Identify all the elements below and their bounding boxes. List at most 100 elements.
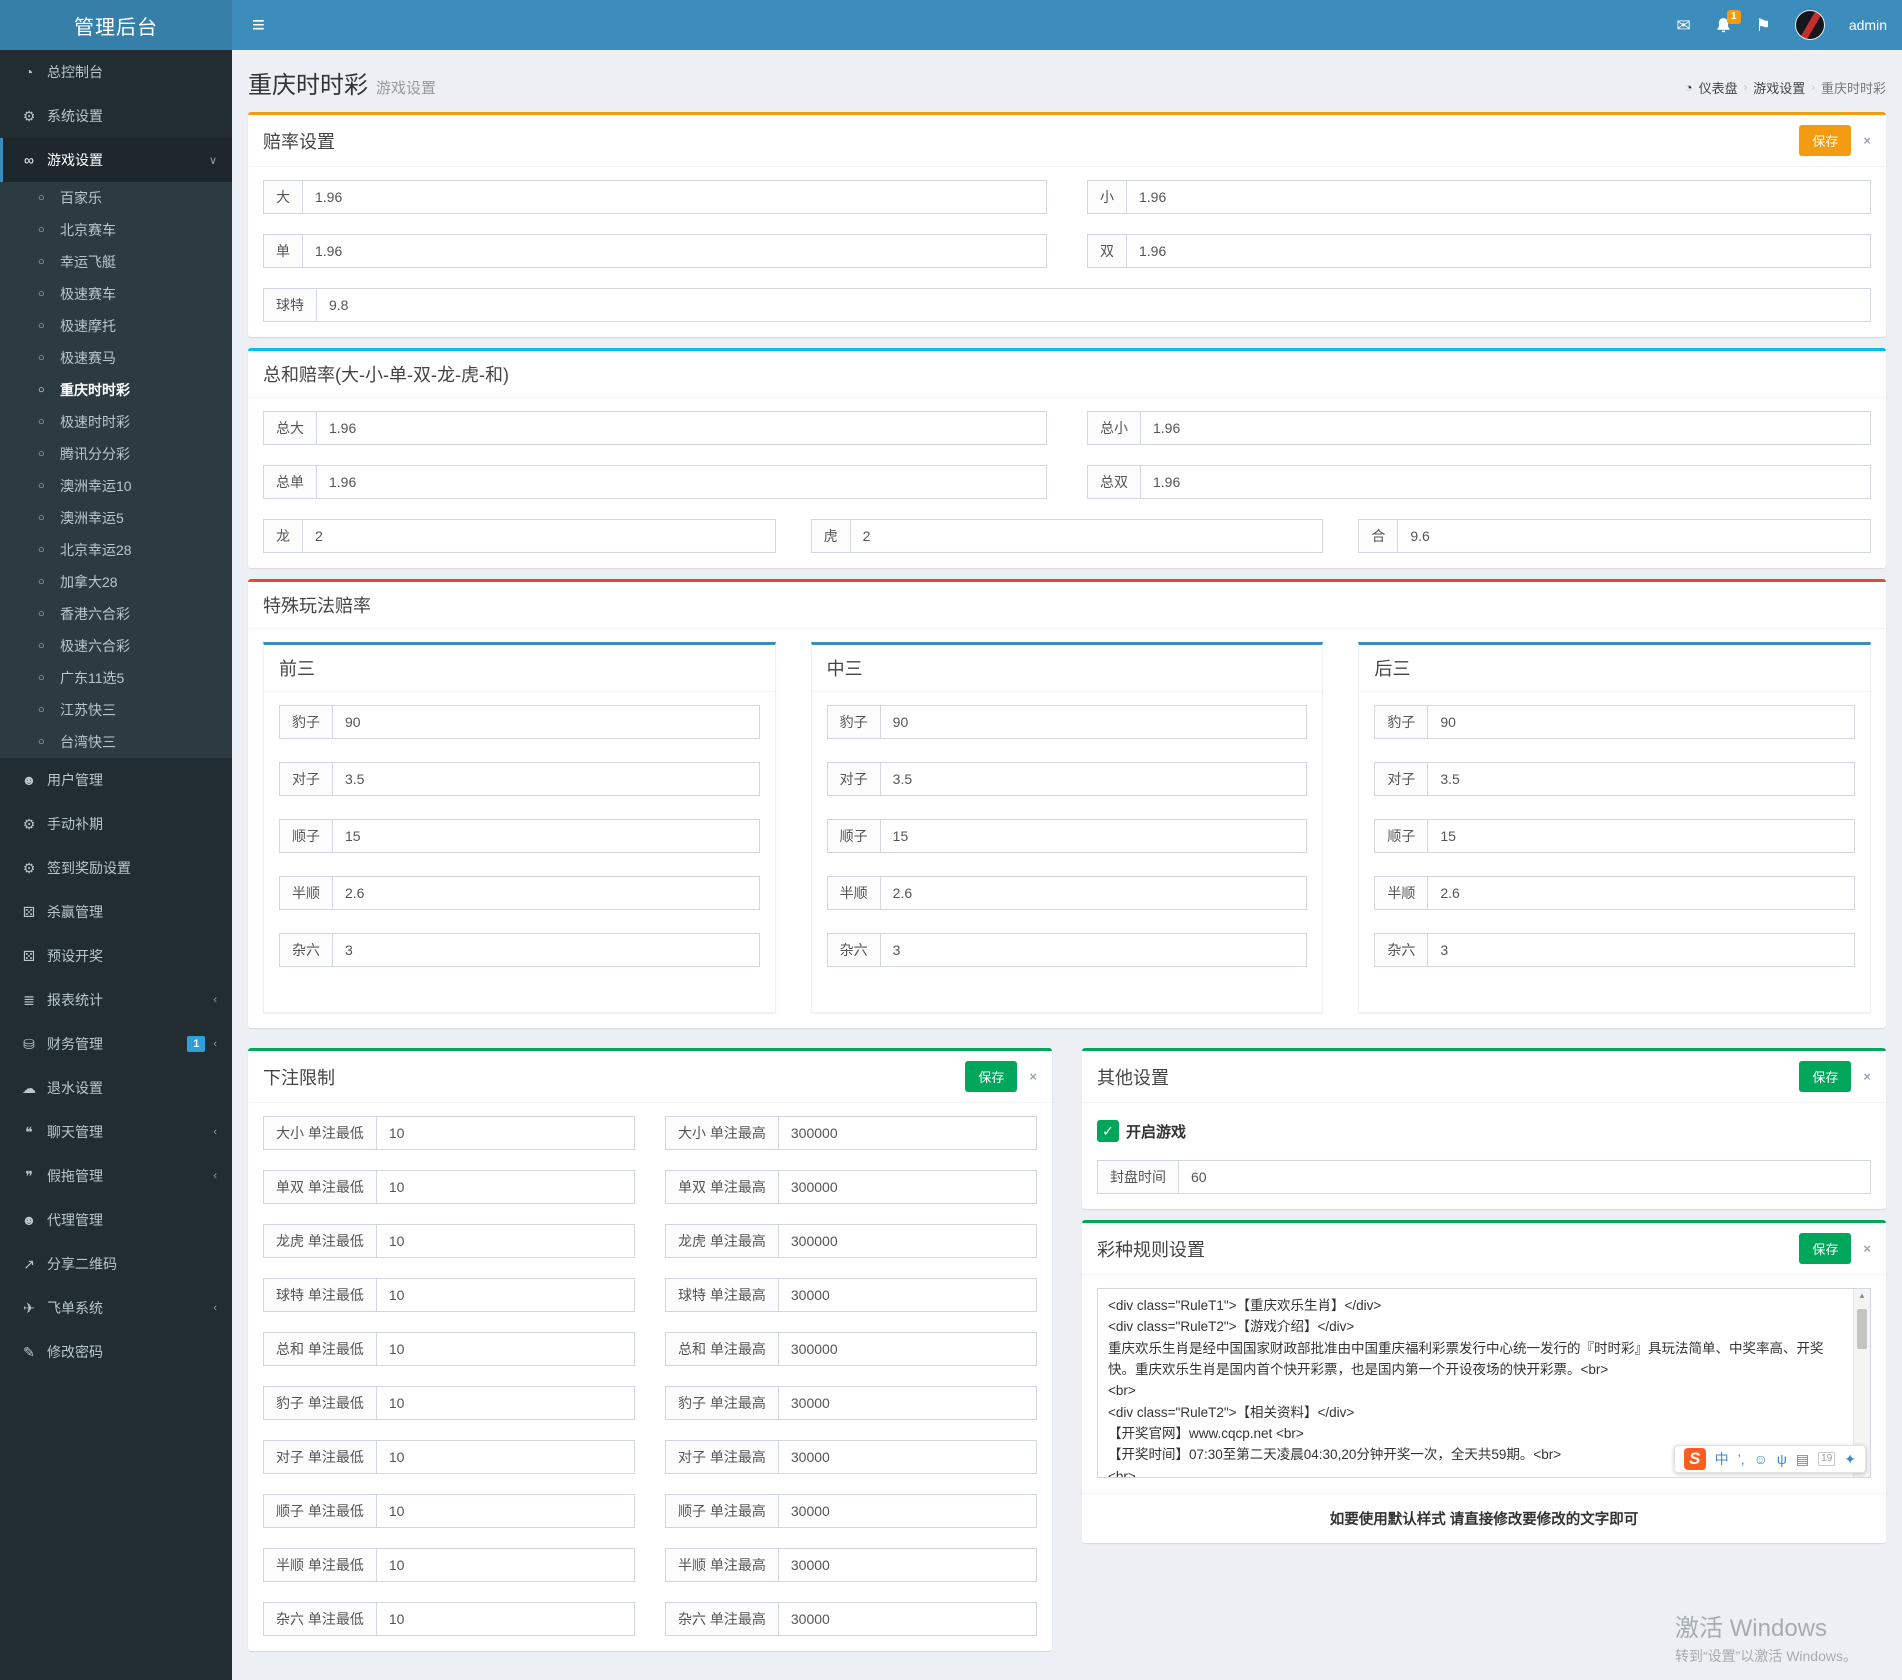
sidebar-item-dashboard[interactable]: ◔ 总控制台 xyxy=(0,50,232,94)
odds-ball-special-input[interactable] xyxy=(316,288,1871,322)
sidebar-item-fly-order[interactable]: ✈ 飞单系统 ‹ xyxy=(0,1286,232,1330)
ime-icon[interactable]: ☺ xyxy=(1754,1452,1768,1466)
breadcrumb-game-settings[interactable]: 游戏设置 xyxy=(1753,78,1805,97)
sidebar-item-finance[interactable]: ⛁ 财务管理 1 ‹ xyxy=(0,1022,232,1066)
bet-limit-input[interactable] xyxy=(375,1386,635,1420)
odds-odd-input[interactable] xyxy=(302,234,1047,268)
submenu-item[interactable]: ○ 江苏快三 xyxy=(0,694,232,726)
close-icon[interactable]: × xyxy=(1863,1069,1871,1084)
special-odds-input[interactable] xyxy=(1427,705,1855,739)
special-odds-input[interactable] xyxy=(332,933,760,967)
ime-icon[interactable]: 中 xyxy=(1715,1452,1729,1466)
sum-big-input[interactable] xyxy=(316,411,1047,445)
submenu-item[interactable]: ○ 加拿大28 xyxy=(0,566,232,598)
bet-limit-input[interactable] xyxy=(777,1494,1037,1528)
dragon-input[interactable] xyxy=(302,519,776,553)
close-icon[interactable]: × xyxy=(1863,133,1871,148)
bet-limit-input[interactable] xyxy=(375,1332,635,1366)
bet-limit-input[interactable] xyxy=(777,1602,1037,1636)
sidebar-item-share-qrcode[interactable]: ↗ 分享二维码 xyxy=(0,1242,232,1286)
bet-limit-input[interactable] xyxy=(777,1332,1037,1366)
bet-limit-input[interactable] xyxy=(375,1548,635,1582)
odds-even-input[interactable] xyxy=(1126,234,1871,268)
scroll-up-icon[interactable]: ▲ xyxy=(1858,1292,1866,1300)
special-odds-input[interactable] xyxy=(879,762,1308,796)
bet-limit-input[interactable] xyxy=(777,1386,1037,1420)
bet-limit-input[interactable] xyxy=(375,1440,635,1474)
sidebar-item-game-settings[interactable]: ∞ 游戏设置 ∨ xyxy=(0,138,232,182)
enable-game-checkbox[interactable]: ✓ xyxy=(1097,1120,1119,1142)
rules-editor[interactable]: <div class="RuleT1">【重庆欢乐生肖】</div> <div … xyxy=(1097,1288,1871,1478)
notifications-bell-icon[interactable]: 1 xyxy=(1715,9,1741,34)
odds-small-input[interactable] xyxy=(1126,180,1871,214)
tie-input[interactable] xyxy=(1397,519,1871,553)
sidebar-item-chat[interactable]: ❝ 聊天管理 ‹ xyxy=(0,1110,232,1154)
bet-limit-input[interactable] xyxy=(375,1170,635,1204)
scrollbar-thumb[interactable] xyxy=(1857,1309,1867,1349)
submenu-item[interactable]: ○ 百家乐 xyxy=(0,182,232,214)
sidebar-item-manual-period[interactable]: ⚙ 手动补期 xyxy=(0,802,232,846)
messages-icon[interactable]: ✉ xyxy=(1676,17,1690,34)
tiger-input[interactable] xyxy=(849,519,1324,553)
bet-limit-input[interactable] xyxy=(375,1602,635,1636)
ime-icon[interactable]: ’, xyxy=(1738,1452,1745,1466)
save-button[interactable]: 保存 xyxy=(1799,1061,1852,1092)
sidebar-item-change-password[interactable]: ✎ 修改密码 xyxy=(0,1330,232,1374)
sidebar-item-reports[interactable]: ≣ 报表统计 ‹ xyxy=(0,978,232,1022)
special-odds-input[interactable] xyxy=(1427,762,1855,796)
submenu-item[interactable]: ○ 澳洲幸运10 xyxy=(0,470,232,502)
ime-icon[interactable]: ψ xyxy=(1777,1452,1787,1466)
submenu-item[interactable]: ○ 重庆时时彩 xyxy=(0,374,232,406)
sogou-logo-icon[interactable]: S xyxy=(1683,1448,1706,1470)
special-odds-input[interactable] xyxy=(879,876,1308,910)
sidebar-item-rebate[interactable]: ☁ 退水设置 xyxy=(0,1066,232,1110)
sidebar-item-system-settings[interactable]: ⚙ 系统设置 xyxy=(0,94,232,138)
submenu-item[interactable]: ○ 极速赛马 xyxy=(0,342,232,374)
bet-limit-input[interactable] xyxy=(777,1170,1037,1204)
sidebar-item-kill-win[interactable]: ⚄ 杀赢管理 xyxy=(0,890,232,934)
special-odds-input[interactable] xyxy=(1427,876,1855,910)
special-odds-input[interactable] xyxy=(879,819,1308,853)
bet-limit-input[interactable] xyxy=(375,1224,635,1258)
bet-limit-input[interactable] xyxy=(777,1278,1037,1312)
special-odds-input[interactable] xyxy=(1427,819,1855,853)
submenu-item[interactable]: ○ 极速六合彩 xyxy=(0,630,232,662)
special-odds-input[interactable] xyxy=(332,876,760,910)
ime-icon[interactable]: ▤ xyxy=(1796,1452,1809,1466)
close-icon[interactable]: × xyxy=(1029,1069,1037,1084)
submenu-item[interactable]: ○ 极速时时彩 xyxy=(0,406,232,438)
special-odds-input[interactable] xyxy=(332,705,760,739)
sidebar-item-preset-draw[interactable]: ⚄ 预设开奖 xyxy=(0,934,232,978)
special-odds-input[interactable] xyxy=(879,933,1308,967)
submenu-item[interactable]: ○ 广东11选5 xyxy=(0,662,232,694)
sidebar-item-users[interactable]: ☻ 用户管理 xyxy=(0,758,232,802)
sum-small-input[interactable] xyxy=(1140,411,1871,445)
app-title[interactable]: 管理后台 xyxy=(0,0,232,50)
sidebar-item-fake-drag[interactable]: ❞ 假拖管理 ‹ xyxy=(0,1154,232,1198)
submenu-item[interactable]: ○ 香港六合彩 xyxy=(0,598,232,630)
submenu-item[interactable]: ○ 腾讯分分彩 xyxy=(0,438,232,470)
bet-limit-input[interactable] xyxy=(375,1116,635,1150)
sum-odd-input[interactable] xyxy=(316,465,1047,499)
flag-icon[interactable]: ⚑ xyxy=(1756,17,1771,34)
ime-icon[interactable]: 19 xyxy=(1818,1452,1836,1466)
bet-limit-input[interactable] xyxy=(777,1116,1037,1150)
save-button[interactable]: 保存 xyxy=(1799,125,1852,156)
special-odds-input[interactable] xyxy=(332,762,760,796)
breadcrumb-dashboard[interactable]: 仪表盘 xyxy=(1699,78,1738,97)
submenu-item[interactable]: ○ 幸运飞艇 xyxy=(0,246,232,278)
sidebar-item-agents[interactable]: ☻ 代理管理 xyxy=(0,1198,232,1242)
special-odds-input[interactable] xyxy=(1427,933,1855,967)
close-icon[interactable]: × xyxy=(1863,1241,1871,1256)
special-odds-input[interactable] xyxy=(879,705,1308,739)
bet-limit-input[interactable] xyxy=(375,1278,635,1312)
ime-icon[interactable]: ✦ xyxy=(1844,1452,1856,1466)
bet-limit-input[interactable] xyxy=(777,1548,1037,1582)
avatar[interactable] xyxy=(1794,10,1825,40)
save-button[interactable]: 保存 xyxy=(965,1061,1018,1092)
special-odds-input[interactable] xyxy=(332,819,760,853)
odds-big-input[interactable] xyxy=(302,180,1047,214)
bet-limit-input[interactable] xyxy=(777,1440,1037,1474)
bet-limit-input[interactable] xyxy=(777,1224,1037,1258)
sidebar-item-signin-reward[interactable]: ⚙ 签到奖励设置 xyxy=(0,846,232,890)
